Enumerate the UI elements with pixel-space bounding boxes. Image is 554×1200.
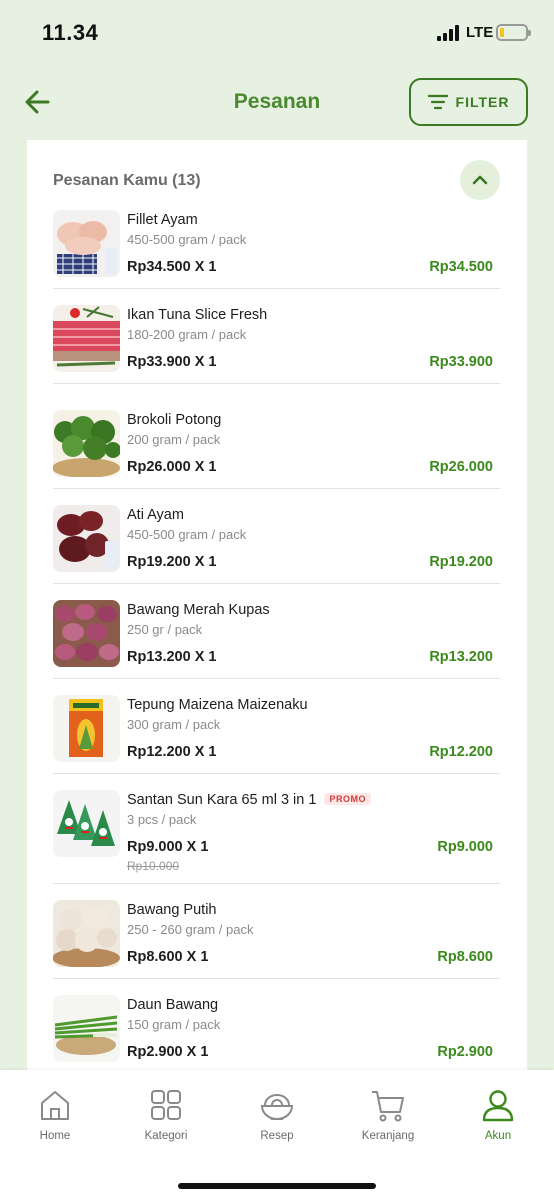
product-qty-price: Rp2.900 X 1	[127, 1044, 209, 1060]
cart-icon	[372, 1091, 404, 1122]
order-item[interactable]: Tepung Maizena Maizenaku 300 gram / pack…	[53, 679, 500, 774]
signal-icon	[437, 25, 461, 41]
order-item[interactable]: Santan Sun Kara 65 ml 3 in 1 PROMO 3 pcs …	[53, 774, 500, 884]
product-image-chicken-fillet	[53, 210, 120, 277]
product-name-row: Santan Sun Kara 65 ml 3 in 1 PROMO	[127, 792, 371, 808]
nav-label: Akun	[484, 1130, 512, 1142]
nav-akun[interactable]: Akun	[453, 1088, 543, 1142]
product-pack: 180-200 gram / pack	[127, 327, 247, 342]
product-name: Ikan Tuna Slice Fresh	[127, 307, 268, 323]
bottom-nav: Home Kategori Resep Keranjang Akun	[0, 1070, 554, 1200]
collapse-button[interactable]	[460, 160, 500, 200]
product-pack: 450-500 gram / pack	[127, 232, 247, 247]
product-pack: 450-500 gram / pack	[127, 527, 247, 542]
product-total: Rp34.500	[429, 259, 493, 275]
product-pack: 200 gram / pack	[127, 432, 221, 447]
status-time: 11.34	[42, 20, 99, 45]
product-image-maizena-box	[53, 695, 120, 762]
product-name: Bawang Merah Kupas	[127, 602, 270, 618]
order-item[interactable]: Bawang Merah Kupas 250 gr / pack Rp13.20…	[53, 584, 500, 679]
order-item[interactable]: Brokoli Potong 200 gram / pack Rp26.000 …	[53, 384, 500, 489]
product-pack: 150 gram / pack	[127, 1017, 221, 1032]
product-qty-price: Rp13.200 X 1	[127, 649, 217, 665]
order-list-card: Pesanan Kamu (13) Fillet Ayam 450-500 gr…	[27, 140, 527, 1070]
product-pack: 3 pcs / pack	[127, 812, 197, 827]
network-label: LTE	[466, 24, 494, 41]
product-qty-price: Rp33.900 X 1	[127, 354, 217, 370]
product-pack: 300 gram / pack	[127, 717, 221, 732]
filter-lines-icon	[427, 94, 448, 110]
grid-icon	[151, 1090, 181, 1120]
order-item[interactable]: Ati Ayam 450-500 gram / pack Rp19.200 X …	[53, 489, 500, 584]
product-total: Rp33.900	[429, 354, 493, 370]
product-name: Bawang Putih	[127, 902, 217, 918]
home-icon	[41, 1091, 69, 1120]
order-item[interactable]: Bawang Putih 250 - 260 gram / pack Rp8.6…	[53, 884, 500, 979]
battery-icon	[496, 24, 531, 41]
nav-kategori[interactable]: Kategori	[121, 1088, 211, 1142]
user-icon	[482, 1090, 514, 1122]
product-name: Daun Bawang	[127, 997, 219, 1013]
product-image-broccoli	[53, 410, 120, 477]
chevron-up-icon	[472, 175, 488, 185]
product-total: Rp12.200	[429, 744, 493, 760]
product-name: Ati Ayam	[127, 507, 184, 523]
promo-badge: PROMO	[324, 793, 371, 805]
product-image-tuna-slice	[53, 305, 120, 372]
filter-button[interactable]: FILTER	[409, 78, 528, 126]
product-name: Santan Sun Kara 65 ml 3 in 1	[127, 792, 317, 808]
product-qty-price: Rp34.500 X 1	[127, 259, 217, 275]
order-item[interactable]: Daun Bawang 150 gram / pack Rp2.900 X 1 …	[53, 979, 500, 1070]
product-image-spring-onion	[53, 995, 120, 1062]
nav-label: Kategori	[144, 1130, 188, 1142]
product-qty-price: Rp26.000 X 1	[127, 459, 217, 475]
product-old-price: Rp10.000	[127, 859, 180, 873]
product-total: Rp13.200	[429, 649, 493, 665]
product-total: Rp26.000	[429, 459, 493, 475]
product-image-shallots	[53, 600, 120, 667]
nav-home[interactable]: Home	[10, 1088, 100, 1142]
product-pack: 250 gr / pack	[127, 622, 203, 637]
app-header: Pesanan FILTER	[0, 66, 554, 140]
order-item[interactable]: Fillet Ayam 450-500 gram / pack Rp34.500…	[53, 208, 500, 289]
product-image-chicken-liver	[53, 505, 120, 572]
product-total: Rp2.900	[437, 1044, 493, 1060]
product-image-garlic	[53, 900, 120, 967]
product-qty-price: Rp19.200 X 1	[127, 554, 217, 570]
product-qty-price: Rp8.600 X 1	[127, 949, 209, 965]
product-pack: 250 - 260 gram / pack	[127, 922, 254, 937]
section-title: Pesanan Kamu (13)	[53, 172, 201, 189]
order-item[interactable]: Ikan Tuna Slice Fresh 180-200 gram / pac…	[53, 289, 500, 384]
product-total: Rp19.200	[429, 554, 493, 570]
product-qty-price: Rp9.000 X 1	[127, 839, 209, 855]
nav-label: Resep	[260, 1130, 294, 1142]
home-indicator	[178, 1183, 376, 1189]
status-bar: 11.34 LTE	[0, 0, 554, 66]
nav-resep[interactable]: Resep	[232, 1088, 322, 1142]
product-total: Rp8.600	[437, 949, 493, 965]
recipe-bowl-icon	[260, 1094, 294, 1120]
product-name: Brokoli Potong	[127, 412, 222, 428]
nav-keranjang[interactable]: Keranjang	[343, 1088, 433, 1142]
product-total: Rp9.000	[437, 839, 493, 855]
product-name: Tepung Maizena Maizenaku	[127, 697, 308, 713]
product-name: Fillet Ayam	[127, 212, 198, 228]
product-qty-price: Rp12.200 X 1	[127, 744, 217, 760]
nav-label: Home	[39, 1130, 71, 1142]
filter-label: FILTER	[455, 94, 510, 110]
nav-label: Keranjang	[361, 1130, 415, 1142]
product-image-coconut-milk-packs	[53, 790, 120, 857]
